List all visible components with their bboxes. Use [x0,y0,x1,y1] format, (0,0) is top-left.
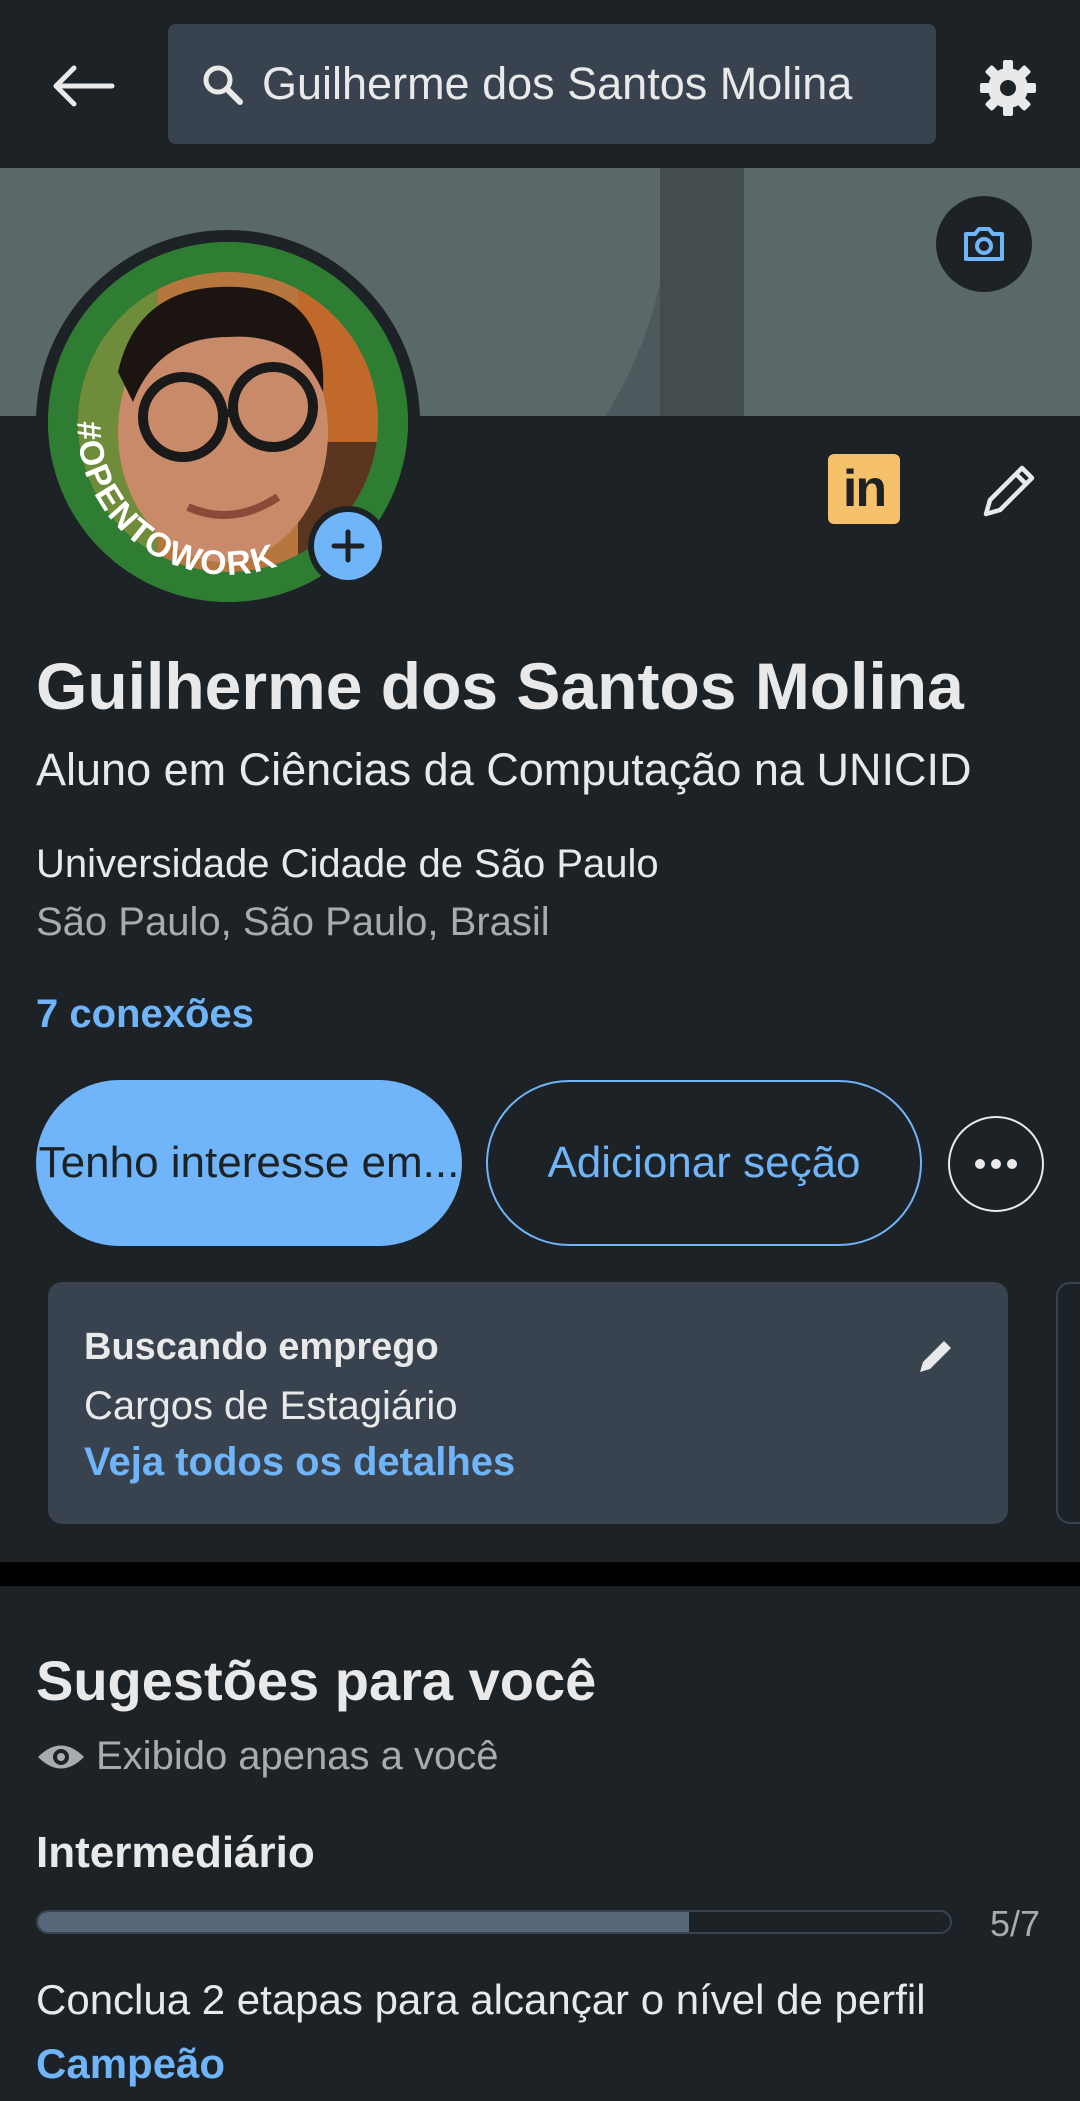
open-to-work-roles: Cargos de Estagiário [84,1384,458,1428]
steps-text: Conclua 2 etapas para alcançar o nível d… [36,1976,926,2023]
top-bar: Guilherme dos Santos Molina [0,0,1080,168]
eye-icon [36,1737,86,1777]
profile-school: Universidade Cidade de São Paulo [36,842,659,886]
visibility-note: Exibido apenas a você [36,1734,499,1779]
profile-level: Intermediário [36,1828,315,1877]
suggestions-title: Sugestões para você [36,1649,597,1712]
interest-button[interactable]: Tenho interesse em... [36,1080,462,1246]
camera-icon[interactable] [936,196,1032,292]
connections-link[interactable]: 7 conexões [36,992,254,1037]
search-bar[interactable]: Guilherme dos Santos Molina [168,24,936,144]
progress-fill [38,1912,690,1932]
gear-icon[interactable] [970,50,1046,126]
profile-name: Guilherme dos Santos Molina [36,649,964,723]
open-to-work-card[interactable]: Buscando emprego Cargos de Estagiário Ve… [48,1282,1008,1524]
progress-label: 5/7 [990,1903,1041,1944]
search-input[interactable]: Guilherme dos Santos Molina [262,58,852,110]
more-options-button[interactable] [948,1116,1044,1212]
banner-shape [660,168,744,416]
next-card-edge[interactable] [1056,1282,1080,1524]
section-divider [0,1562,1080,1586]
banner-shape [744,168,1080,416]
see-details-link[interactable]: Veja todos os detalhes [84,1440,515,1485]
add-photo-button[interactable] [308,506,388,586]
search-icon [192,54,252,114]
profile-headline: Aluno em Ciências da Computação na UNICI… [36,744,972,795]
plus-icon [314,512,382,580]
pencil-icon[interactable] [908,1328,964,1384]
pencil-icon[interactable] [968,452,1048,532]
more-dots-icon [975,1159,1017,1169]
target-level-link[interactable]: Campeão [36,2040,225,2088]
open-to-work-title: Buscando emprego [84,1326,439,1368]
profile-progress-bar [36,1910,952,1934]
profile-location: São Paulo, São Paulo, Brasil [36,900,550,944]
back-arrow-icon[interactable] [40,50,126,122]
add-section-button[interactable]: Adicionar seção [486,1080,922,1246]
linkedin-logo: in [828,454,900,524]
visibility-text: Exibido apenas a você [96,1734,499,1778]
